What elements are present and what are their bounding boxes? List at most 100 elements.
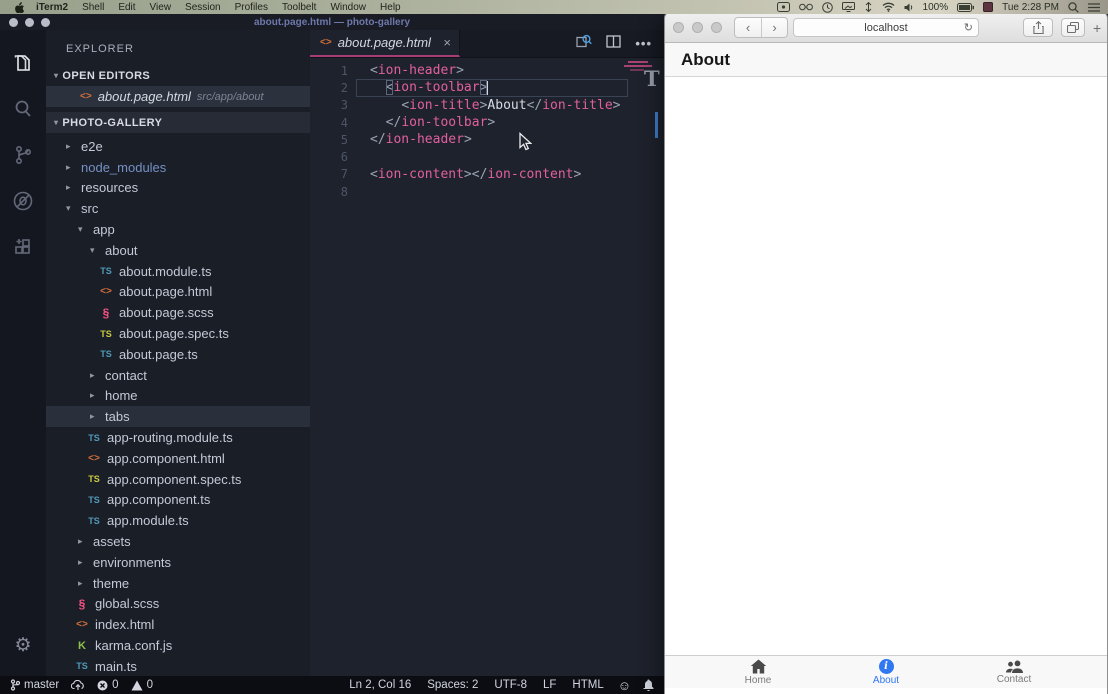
code-line-4[interactable]: 4 </ion-toolbar> bbox=[310, 114, 664, 131]
share-button[interactable] bbox=[1023, 18, 1053, 37]
apple-menu-icon[interactable] bbox=[14, 1, 24, 13]
code-line-6[interactable]: 6 bbox=[310, 148, 664, 165]
vscode-titlebar[interactable]: about.page.html — photo-gallery bbox=[0, 14, 664, 30]
notifications-bell-icon[interactable] bbox=[643, 679, 654, 691]
reload-icon[interactable]: ↻ bbox=[964, 21, 973, 34]
tab-home[interactable]: Home bbox=[723, 659, 793, 686]
menu-shell[interactable]: Shell bbox=[82, 2, 104, 13]
code-area[interactable]: 1<ion-header>2 <ion-toolbar>3 <ion-title… bbox=[310, 58, 664, 676]
menu-view[interactable]: View bbox=[150, 2, 172, 13]
explorer-icon[interactable] bbox=[0, 40, 46, 86]
tab-about[interactable]: iAbout bbox=[851, 659, 921, 686]
search-icon[interactable] bbox=[0, 86, 46, 132]
debug-icon[interactable] bbox=[0, 178, 46, 224]
time-machine-icon[interactable] bbox=[822, 2, 833, 13]
menu-window[interactable]: Window bbox=[330, 2, 366, 13]
glasses-icon[interactable] bbox=[799, 3, 813, 11]
tree-item-theme[interactable]: ▸theme bbox=[46, 573, 310, 594]
volume-icon[interactable] bbox=[904, 3, 914, 12]
screen-record-icon[interactable] bbox=[777, 2, 790, 12]
tree-item-about.page.spec.ts[interactable]: TSabout.page.spec.ts bbox=[46, 323, 310, 344]
statusbar-utf-8[interactable]: UTF-8 bbox=[494, 679, 527, 691]
battery-icon[interactable] bbox=[957, 3, 974, 12]
open-editor-name: about.page.html bbox=[98, 89, 191, 104]
tree-item-tabs[interactable]: ▸tabs bbox=[46, 406, 310, 427]
tree-item-app.component.ts[interactable]: TSapp.component.ts bbox=[46, 490, 310, 511]
tree-item-resources[interactable]: ▸resources bbox=[46, 178, 310, 199]
spotlight-icon[interactable] bbox=[1068, 2, 1079, 13]
tree-item-home[interactable]: ▸home bbox=[46, 386, 310, 407]
back-button[interactable]: ‹ bbox=[735, 18, 761, 37]
tree-item-index.html[interactable]: <>index.html bbox=[46, 614, 310, 635]
overview-ruler[interactable] bbox=[655, 112, 658, 138]
project-header[interactable]: ▾ PHOTO-GALLERY bbox=[46, 112, 310, 133]
menubar-clock[interactable]: Tue 2:28 PM bbox=[1002, 2, 1059, 13]
tree-item-app.component.spec.ts[interactable]: TSapp.component.spec.ts bbox=[46, 469, 310, 490]
code-line-8[interactable]: 8 bbox=[310, 183, 664, 200]
git-branch-indicator[interactable]: master bbox=[10, 679, 59, 691]
tree-item-global.scss[interactable]: §global.scss bbox=[46, 594, 310, 615]
menu-edit[interactable]: Edit bbox=[118, 2, 135, 13]
code-line-5[interactable]: 5</ion-header> bbox=[310, 131, 664, 148]
tree-item-app.module.ts[interactable]: TSapp.module.ts bbox=[46, 510, 310, 531]
source-control-icon[interactable] bbox=[0, 132, 46, 178]
warnings-indicator[interactable]: 0 bbox=[131, 679, 153, 691]
statusbar-spaces[interactable]: Spaces: 2 bbox=[427, 679, 478, 691]
editor-tab-about-page-html[interactable]: <> about.page.html × bbox=[310, 30, 460, 57]
code-line-1[interactable]: 1<ion-header> bbox=[310, 62, 664, 79]
tree-item-about.page.scss[interactable]: §about.page.scss bbox=[46, 302, 310, 323]
feedback-smiley-icon[interactable]: ☺ bbox=[618, 678, 631, 693]
tree-item-app[interactable]: ▾app bbox=[46, 219, 310, 240]
publish-changes-icon[interactable] bbox=[71, 680, 85, 691]
new-tab-button[interactable]: + bbox=[1093, 20, 1103, 36]
menu-help[interactable]: Help bbox=[380, 2, 401, 13]
code-line-7[interactable]: 7<ion-content></ion-content> bbox=[310, 166, 664, 183]
tree-item-environments[interactable]: ▸environments bbox=[46, 552, 310, 573]
notification-center-icon[interactable] bbox=[1088, 3, 1100, 12]
statusbar-ln[interactable]: Ln 2, Col 16 bbox=[349, 679, 411, 691]
open-editor-item[interactable]: <> about.page.html src/app/about bbox=[46, 86, 310, 107]
tree-item-about[interactable]: ▾about bbox=[46, 240, 310, 261]
errors-indicator[interactable]: 0 bbox=[97, 679, 118, 691]
split-editor-icon[interactable] bbox=[606, 35, 621, 53]
open-editors-header[interactable]: ▾ OPEN EDITORS bbox=[46, 65, 310, 86]
tree-item-about.module.ts[interactable]: TSabout.module.ts bbox=[46, 261, 310, 282]
tree-item-about.page.ts[interactable]: TSabout.page.ts bbox=[46, 344, 310, 365]
open-preview-icon[interactable] bbox=[576, 34, 592, 54]
minimap-slider[interactable]: T bbox=[644, 68, 660, 89]
browser-traffic-lights[interactable] bbox=[673, 22, 722, 33]
tree-item-src[interactable]: ▾src bbox=[46, 198, 310, 219]
settings-gear-icon[interactable]: ⚙ bbox=[0, 622, 46, 668]
tree-item-main.ts[interactable]: TSmain.ts bbox=[46, 656, 310, 676]
show-tabs-button[interactable] bbox=[1061, 18, 1085, 37]
statusbar-html[interactable]: HTML bbox=[572, 679, 603, 691]
tree-item-label: environments bbox=[93, 555, 171, 570]
tree-item-contact[interactable]: ▸contact bbox=[46, 365, 310, 386]
tab-close-icon[interactable]: × bbox=[443, 35, 451, 50]
extensions-icon[interactable] bbox=[0, 224, 46, 270]
tab-contact[interactable]: Contact bbox=[979, 660, 1049, 685]
address-bar[interactable]: localhost ↻ bbox=[793, 18, 979, 37]
menu-profiles[interactable]: Profiles bbox=[235, 2, 268, 13]
menu-toolbelt[interactable]: Toolbelt bbox=[282, 2, 316, 13]
tree-item-assets[interactable]: ▸assets bbox=[46, 531, 310, 552]
menu-iterm2[interactable]: iTerm2 bbox=[36, 2, 68, 13]
tree-item-karma.conf.js[interactable]: Kkarma.conf.js bbox=[46, 635, 310, 656]
forward-button[interactable]: › bbox=[761, 18, 787, 37]
tree-item-app-routing.module.ts[interactable]: TSapp-routing.module.ts bbox=[46, 427, 310, 448]
editor-tabbar: <> about.page.html × ••• bbox=[310, 30, 664, 58]
display-icon[interactable] bbox=[842, 2, 855, 12]
menu-session[interactable]: Session bbox=[185, 2, 221, 13]
tree-item-app.component.html[interactable]: <>app.component.html bbox=[46, 448, 310, 469]
code-line-2[interactable]: 2 <ion-toolbar> bbox=[310, 79, 664, 96]
wifi-icon[interactable] bbox=[882, 2, 895, 12]
dropbox-icon[interactable] bbox=[864, 2, 873, 12]
more-actions-icon[interactable]: ••• bbox=[635, 36, 652, 51]
tree-item-e2e[interactable]: ▸e2e bbox=[46, 136, 310, 157]
input-source-icon[interactable] bbox=[983, 2, 993, 12]
statusbar-lf[interactable]: LF bbox=[543, 679, 556, 691]
tree-item-node_modules[interactable]: ▸node_modules bbox=[46, 157, 310, 178]
tree-item-about.page.html[interactable]: <>about.page.html bbox=[46, 282, 310, 303]
tab-label: about.page.html bbox=[338, 35, 431, 50]
code-line-3[interactable]: 3 <ion-title>About</ion-title> bbox=[310, 97, 664, 114]
